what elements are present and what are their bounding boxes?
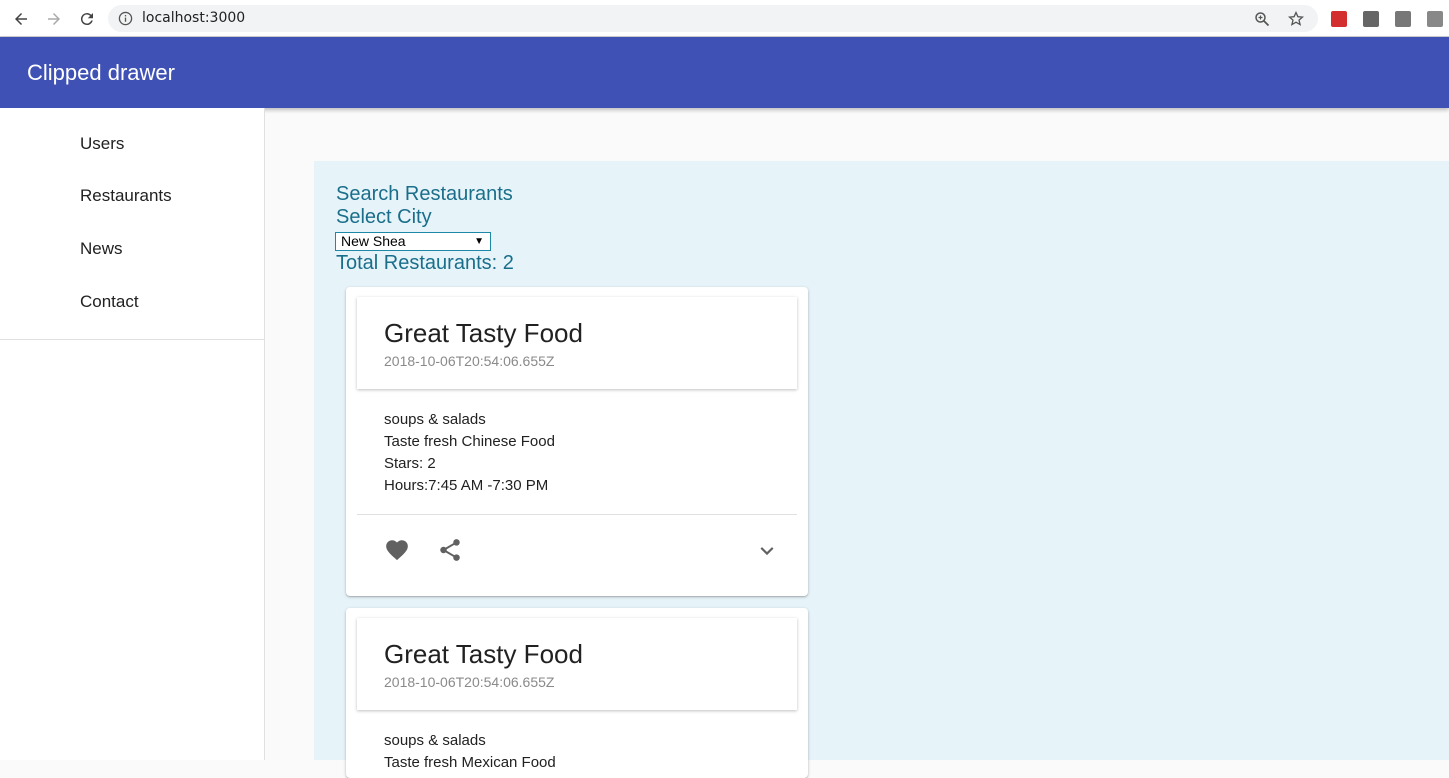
app-title: Clipped drawer	[27, 60, 175, 85]
card-divider	[357, 514, 797, 515]
total-restaurants: Total Restaurants: 2	[336, 252, 514, 274]
chevron-down-icon[interactable]	[754, 537, 780, 563]
restaurant-hours: Hours:7:45 AM -7:30 PM	[384, 477, 549, 494]
camera-extension-icon[interactable]	[1427, 11, 1443, 27]
drawer-item-restaurants[interactable]: Restaurants	[0, 170, 264, 222]
drawer-item-label: News	[80, 239, 123, 258]
city-select-value: New Shea	[341, 233, 406, 249]
card-header: Great Tasty Food 2018-10-06T20:54:06.655…	[357, 297, 797, 389]
restaurant-stars: Stars: 2	[384, 455, 436, 472]
cors-extension-icon[interactable]	[1331, 11, 1347, 27]
select-city-label: Select City	[336, 206, 432, 228]
restaurant-name: Great Tasty Food	[384, 639, 583, 669]
restaurant-date: 2018-10-06T20:54:06.655Z	[384, 353, 555, 369]
app-bar: Clipped drawer	[0, 37, 1449, 108]
drawer-item-contact[interactable]: Contact	[0, 276, 264, 328]
drawer-list: Users Restaurants News Contact	[0, 108, 264, 340]
drawer-item-users[interactable]: Users	[0, 118, 264, 170]
card-body: soups & salads Taste fresh Chinese Food …	[384, 409, 555, 497]
search-heading: Search Restaurants	[336, 183, 513, 205]
restaurant-description: Taste fresh Mexican Food	[384, 754, 556, 771]
drawer-item-news[interactable]: News	[0, 223, 264, 275]
card-header: Great Tasty Food 2018-10-06T20:54:06.655…	[357, 618, 797, 710]
bookmark-star-icon[interactable]	[1288, 11, 1304, 27]
dropdown-caret-icon: ▼	[474, 236, 484, 247]
back-icon[interactable]	[10, 8, 32, 30]
restaurant-category: soups & salads	[384, 411, 486, 428]
heart-icon[interactable]	[384, 537, 410, 563]
reload-icon[interactable]	[76, 8, 98, 30]
restaurant-card: Great Tasty Food 2018-10-06T20:54:06.655…	[346, 287, 808, 596]
restaurant-name: Great Tasty Food	[384, 318, 583, 348]
share-icon[interactable]	[437, 537, 463, 563]
forward-icon[interactable]	[43, 8, 65, 30]
drawer-item-label: Users	[80, 134, 125, 153]
side-drawer: Users Restaurants News Contact	[0, 108, 265, 760]
drawer-item-label: Contact	[80, 292, 139, 311]
browser-toolbar: localhost:3000	[0, 0, 1449, 37]
url-text: localhost:3000	[142, 10, 246, 26]
restaurant-date: 2018-10-06T20:54:06.655Z	[384, 674, 555, 690]
card-body: soups & salads Taste fresh Mexican Food	[384, 730, 556, 774]
drawer-item-label: Restaurants	[80, 186, 172, 205]
info-icon[interactable]	[118, 11, 133, 26]
zoom-icon[interactable]	[1254, 11, 1270, 27]
restaurant-card: Great Tasty Food 2018-10-06T20:54:06.655…	[346, 608, 808, 778]
address-bar[interactable]: localhost:3000	[108, 5, 1318, 32]
city-select[interactable]: New Shea ▼	[335, 232, 491, 251]
s-extension-icon[interactable]	[1363, 11, 1379, 27]
bookmark-extension-icon[interactable]	[1395, 11, 1411, 27]
restaurant-category: soups & salads	[384, 732, 486, 749]
restaurant-description: Taste fresh Chinese Food	[384, 433, 555, 450]
